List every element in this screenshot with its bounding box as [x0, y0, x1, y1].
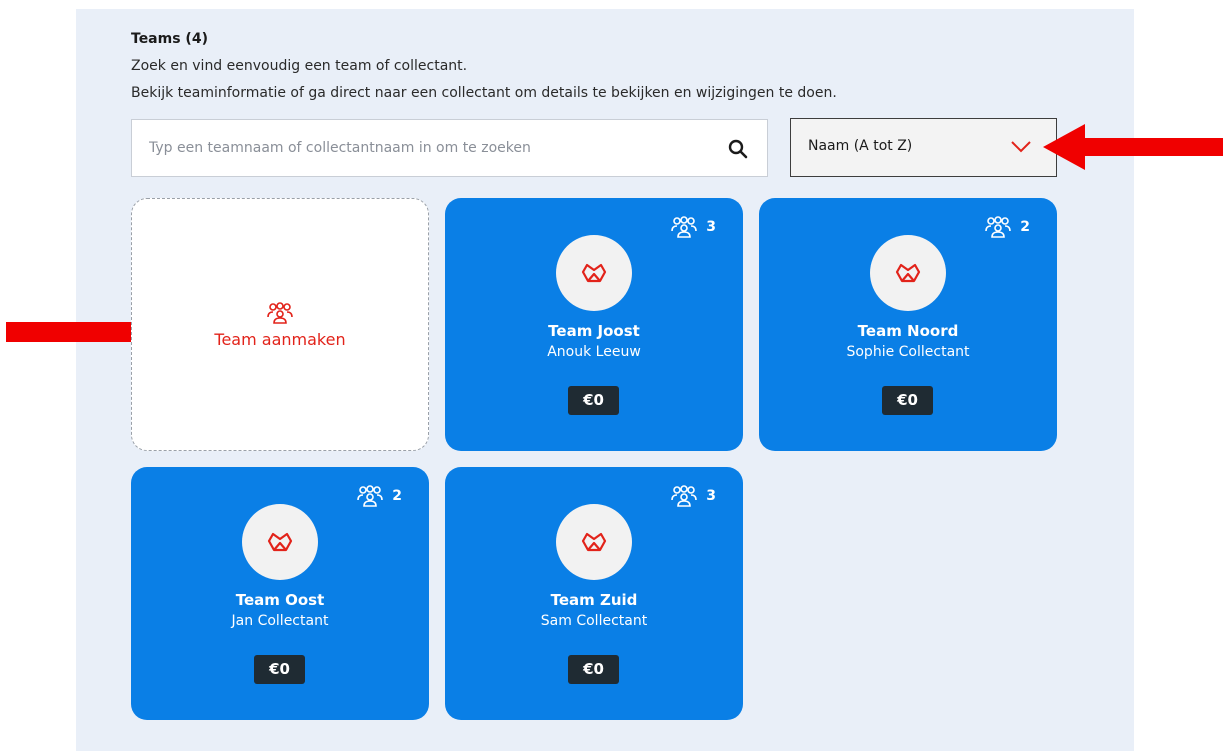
team-name: Team Joost — [548, 322, 640, 340]
team-leader: Sam Collectant — [540, 613, 648, 629]
description-line-2: Bekijk teaminformatie of ga direct naar … — [131, 85, 837, 101]
team-card[interactable]: 2 Team Noord Sophie Collectant €0 — [759, 198, 1057, 451]
search-box — [131, 119, 768, 177]
team-amount-badge: €0 — [882, 386, 933, 415]
team-logo — [556, 504, 632, 580]
member-count-value: 3 — [706, 219, 716, 235]
team-leader: Jan Collectant — [231, 613, 329, 629]
description-line-1: Zoek en vind eenvoudig een team of colle… — [131, 58, 468, 74]
team-card[interactable]: 3 Team Joost Anouk Leeuw €0 — [445, 198, 743, 451]
group-icon — [985, 216, 1012, 238]
team-amount-badge: €0 — [254, 655, 305, 684]
member-count: 3 — [668, 485, 716, 507]
logo-icon — [581, 263, 607, 283]
logo-icon — [267, 532, 293, 552]
member-count-value: 2 — [1020, 219, 1030, 235]
logo-icon — [581, 532, 607, 552]
team-leader: Anouk Leeuw — [547, 344, 641, 360]
group-icon — [357, 485, 384, 507]
team-name: Team Zuid — [550, 591, 638, 609]
group-icon — [671, 216, 698, 238]
sort-selected-label: Naam (A tot Z) — [808, 138, 913, 154]
sort-select[interactable]: Naam (A tot Z) — [790, 118, 1057, 177]
create-team-card[interactable]: Team aanmaken — [131, 198, 429, 451]
create-team-label: Team aanmaken — [214, 330, 346, 349]
page-title: Teams (4) — [131, 31, 208, 47]
team-amount-badge: €0 — [568, 655, 619, 684]
member-count-value: 3 — [706, 488, 716, 504]
annotation-arrow-sort — [1043, 124, 1223, 170]
team-logo — [242, 504, 318, 580]
team-amount-badge: €0 — [568, 386, 619, 415]
group-icon — [671, 485, 698, 507]
search-icon[interactable] — [727, 138, 749, 160]
team-leader: Sophie Collectant — [846, 344, 970, 360]
group-icon — [267, 302, 293, 324]
logo-icon — [895, 263, 921, 283]
team-logo — [870, 235, 946, 311]
team-card[interactable]: 2 Team Oost Jan Collectant €0 — [131, 467, 429, 720]
member-count-value: 2 — [392, 488, 402, 504]
chevron-down-icon — [1011, 141, 1031, 153]
member-count: 3 — [668, 216, 716, 238]
team-name: Team Oost — [235, 591, 325, 609]
team-logo — [556, 235, 632, 311]
search-input[interactable] — [149, 120, 709, 176]
team-name: Team Noord — [857, 322, 959, 340]
member-count: 2 — [354, 485, 402, 507]
member-count: 2 — [982, 216, 1030, 238]
team-card[interactable]: 3 Team Zuid Sam Collectant €0 — [445, 467, 743, 720]
